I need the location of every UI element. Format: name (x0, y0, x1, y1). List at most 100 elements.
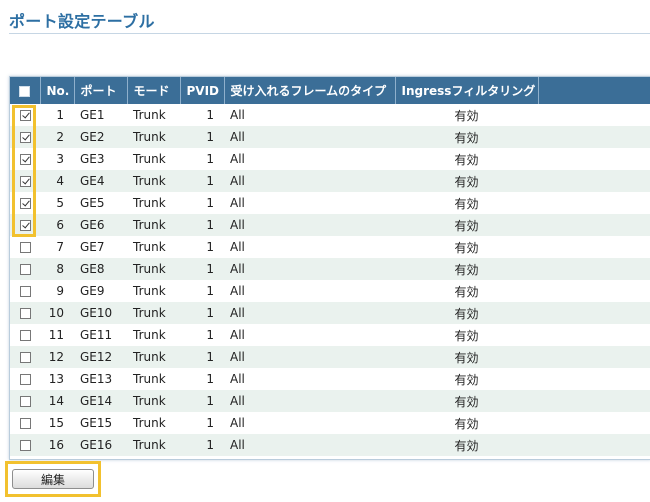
row-checkbox[interactable] (19, 396, 31, 407)
table-row[interactable]: 10 GE10 Trunk 1 All 有効 (10, 302, 650, 324)
cell-mode: Trunk (133, 218, 166, 232)
table-row[interactable]: 11 GE11 Trunk 1 All 有効 (10, 324, 650, 346)
row-checkbox[interactable] (19, 308, 31, 319)
cell-no: 8 (56, 262, 64, 276)
row-checkbox[interactable] (19, 220, 31, 231)
page-title: ポート設定テーブル (9, 12, 155, 31)
cell-no: 14 (48, 394, 64, 408)
cell-pvid: 1 (206, 152, 214, 166)
cell-port: GE9 (80, 284, 105, 298)
table-row[interactable]: 5 GE5 Trunk 1 All 有効 (10, 192, 650, 214)
cell-accepted-frames: All (230, 416, 245, 430)
header-mode[interactable]: モード (127, 77, 181, 104)
row-select-cell (10, 192, 40, 214)
cell-ingress: 有効 (454, 350, 479, 365)
cell-ingress: 有効 (454, 416, 479, 431)
row-checkbox[interactable] (19, 110, 31, 121)
cell-port: GE15 (80, 416, 113, 430)
cell-mode: Trunk (133, 108, 166, 122)
cell-no: 4 (56, 174, 64, 188)
header-filler (538, 77, 650, 104)
header-accepted-frames[interactable]: 受け入れるフレームのタイプ (224, 77, 396, 104)
cell-filler (538, 346, 650, 368)
header-port[interactable]: ポート (74, 77, 128, 104)
edit-button[interactable]: 編集 (12, 469, 94, 489)
row-select-cell (10, 126, 40, 148)
cell-port: GE10 (80, 306, 113, 320)
row-select-cell (10, 390, 40, 412)
cell-ingress: 有効 (454, 306, 479, 321)
cell-no: 11 (48, 328, 64, 342)
cell-accepted-frames: All (230, 438, 245, 452)
cell-pvid: 1 (206, 372, 214, 386)
table-row[interactable]: 4 GE4 Trunk 1 All 有効 (10, 170, 650, 192)
cell-ingress: 有効 (454, 196, 479, 211)
cell-mode: Trunk (133, 152, 166, 166)
cell-no: 10 (48, 306, 64, 320)
cell-accepted-frames: All (230, 240, 245, 254)
cell-mode: Trunk (133, 350, 166, 364)
table-row[interactable]: 13 GE13 Trunk 1 All 有効 (10, 368, 650, 390)
row-checkbox[interactable] (19, 198, 31, 209)
cell-port: GE2 (80, 130, 105, 144)
cell-filler (538, 302, 650, 324)
table-row[interactable]: 14 GE14 Trunk 1 All 有効 (10, 390, 650, 412)
cell-pvid: 1 (206, 350, 214, 364)
cell-port: GE4 (80, 174, 105, 188)
row-select-cell (10, 148, 40, 170)
table-row[interactable]: 8 GE8 Trunk 1 All 有効 (10, 258, 650, 280)
table-row[interactable]: 16 GE16 Trunk 1 All 有効 (10, 434, 650, 456)
cell-pvid: 1 (206, 284, 214, 298)
table-row[interactable]: 1 GE1 Trunk 1 All 有効 (10, 104, 650, 126)
table-row[interactable]: 2 GE2 Trunk 1 All 有効 (10, 126, 650, 148)
table-row[interactable]: 12 GE12 Trunk 1 All 有効 (10, 346, 650, 368)
row-checkbox[interactable] (19, 330, 31, 341)
row-checkbox[interactable] (19, 286, 31, 297)
cell-filler (538, 236, 650, 258)
row-checkbox[interactable] (19, 440, 31, 451)
row-checkbox[interactable] (19, 374, 31, 385)
table-row[interactable]: 6 GE6 Trunk 1 All 有効 (10, 214, 650, 236)
table-row[interactable]: 7 GE7 Trunk 1 All 有効 (10, 236, 650, 258)
header-pvid[interactable]: PVID (180, 77, 225, 104)
row-checkbox[interactable] (19, 352, 31, 363)
cell-port: GE11 (80, 328, 113, 342)
cell-accepted-frames: All (230, 130, 245, 144)
cell-port: GE1 (80, 108, 105, 122)
cell-pvid: 1 (206, 394, 214, 408)
row-checkbox[interactable] (19, 154, 31, 165)
row-checkbox[interactable] (19, 176, 31, 187)
table-row[interactable]: 9 GE9 Trunk 1 All 有効 (10, 280, 650, 302)
cell-filler (538, 104, 650, 126)
cell-filler (538, 258, 650, 280)
cell-filler (538, 148, 650, 170)
table-row[interactable]: 3 GE3 Trunk 1 All 有効 (10, 148, 650, 170)
cell-filler (538, 214, 650, 236)
header-ingress[interactable]: Ingressフィルタリング (395, 77, 539, 104)
row-select-cell (10, 346, 40, 368)
cell-pvid: 1 (206, 262, 214, 276)
row-checkbox[interactable] (19, 132, 31, 143)
select-all-checkbox[interactable] (19, 85, 31, 97)
row-select-cell (10, 368, 40, 390)
cell-no: 3 (56, 152, 64, 166)
table-row[interactable]: 15 GE15 Trunk 1 All 有効 (10, 412, 650, 434)
cell-mode: Trunk (133, 240, 166, 254)
cell-accepted-frames: All (230, 262, 245, 276)
cell-mode: Trunk (133, 174, 166, 188)
cell-port: GE13 (80, 372, 113, 386)
cell-mode: Trunk (133, 438, 166, 452)
cell-no: 9 (56, 284, 64, 298)
cell-accepted-frames: All (230, 328, 245, 342)
cell-ingress: 有効 (454, 262, 479, 277)
row-select-cell (10, 302, 40, 324)
cell-accepted-frames: All (230, 108, 245, 122)
row-checkbox[interactable] (19, 418, 31, 429)
row-checkbox[interactable] (19, 264, 31, 275)
title-divider (9, 33, 650, 34)
header-no[interactable]: No. (40, 77, 75, 104)
cell-no: 15 (48, 416, 64, 430)
cell-filler (538, 412, 650, 434)
cell-pvid: 1 (206, 240, 214, 254)
row-checkbox[interactable] (19, 242, 31, 253)
